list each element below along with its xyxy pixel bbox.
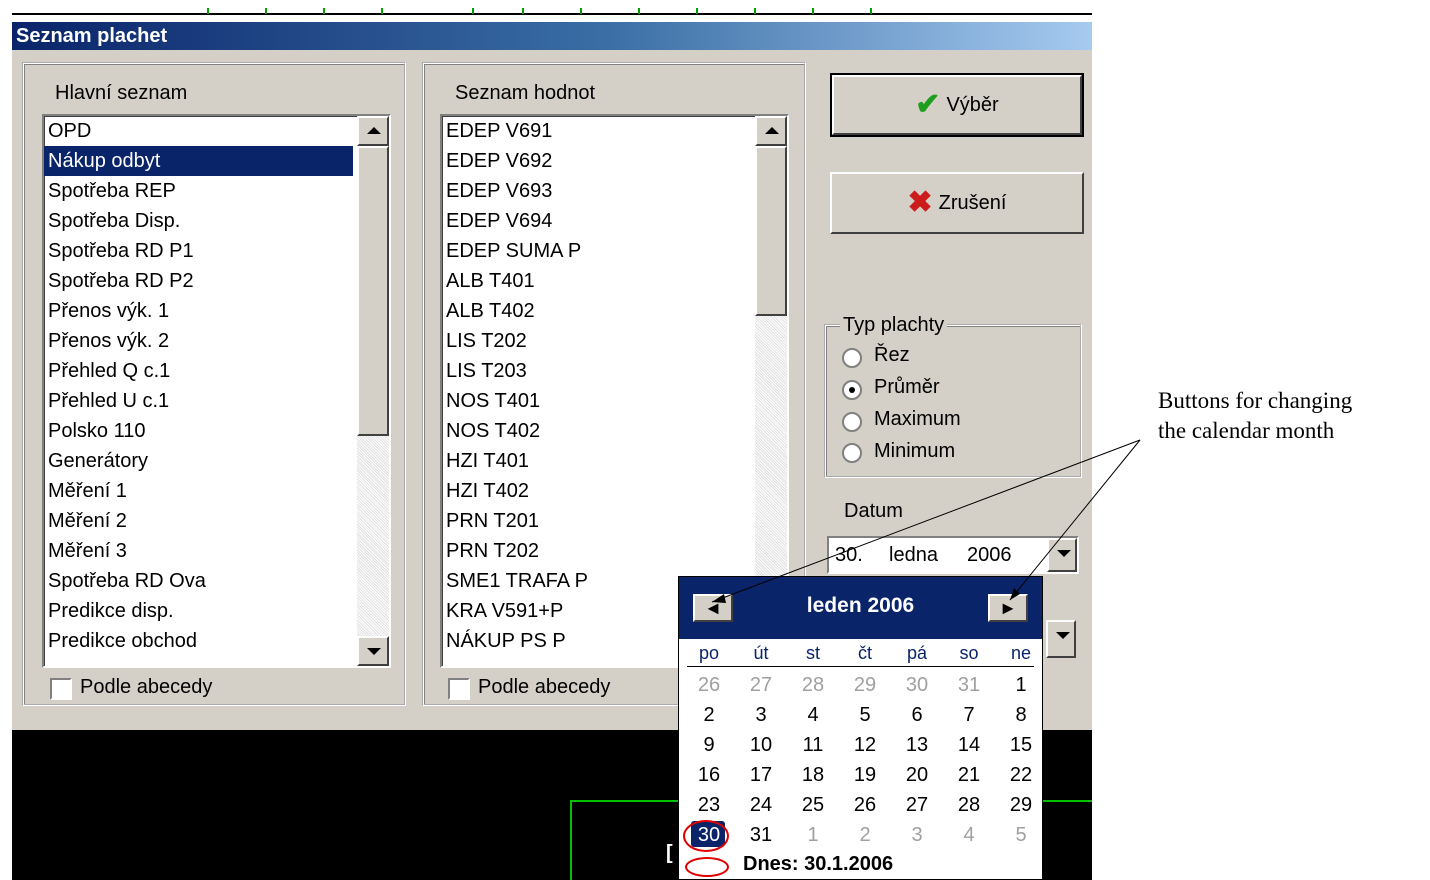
pointer-head-prev — [712, 594, 726, 603]
annotation-pointers — [711, 439, 1141, 603]
pointer-line-prev — [711, 439, 1141, 603]
pointer-line-next — [1009, 439, 1141, 601]
